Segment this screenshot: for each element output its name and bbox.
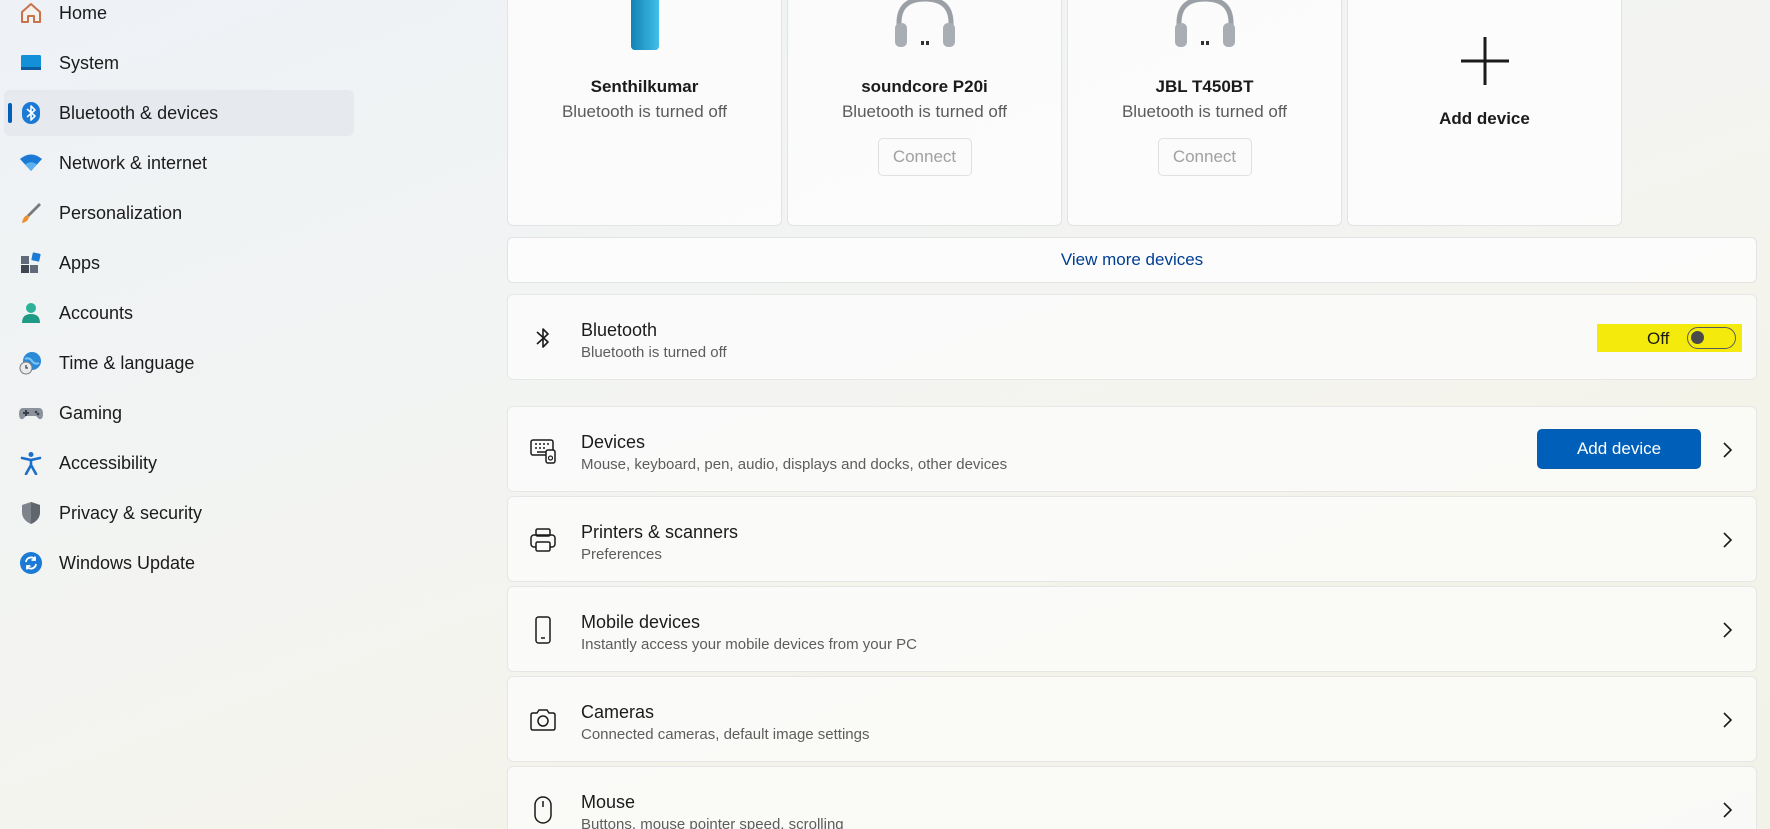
sidebar-item-home[interactable]: Home: [4, 0, 354, 36]
row-subtitle: Buttons, mouse pointer speed, scrolling: [581, 816, 844, 829]
selection-indicator: [8, 103, 12, 123]
sidebar-item-accounts[interactable]: Accounts: [4, 290, 354, 336]
update-icon: [18, 550, 44, 576]
headphones-icon: [1068, 0, 1341, 55]
chevron-right-icon: [1723, 802, 1733, 818]
device-status: Bluetooth is turned off: [841, 102, 1008, 121]
home-icon: [18, 0, 44, 26]
row-subtitle: Bluetooth is turned off: [581, 344, 727, 361]
bluetooth-toggle-highlight: Off: [1597, 324, 1742, 352]
row-title: Mobile devices: [581, 612, 701, 632]
sidebar-item-system[interactable]: System: [4, 40, 354, 86]
bluetooth-toggle[interactable]: [1687, 327, 1736, 349]
connect-button[interactable]: Connect: [877, 138, 972, 176]
device-card[interactable]: Senthilkumar Bluetooth is turned off: [507, 0, 782, 226]
device-name: JBL T450BT: [1155, 77, 1254, 96]
sidebar-item-label: Accessibility: [59, 452, 158, 473]
chevron-right-icon: [1723, 712, 1733, 728]
printers-scanners-row[interactable]: Printers & scanners Preferences: [507, 496, 1757, 582]
mobile-icon: [528, 615, 558, 645]
add-device-card[interactable]: Add device: [1347, 0, 1622, 226]
gamepad-icon: [18, 400, 44, 426]
cameras-row[interactable]: Cameras Connected cameras, default image…: [507, 676, 1757, 762]
chevron-right-icon: [1723, 532, 1733, 548]
person-icon: [18, 300, 44, 326]
row-title: Printers & scanners: [581, 522, 739, 542]
sidebar-item-apps[interactable]: Apps: [4, 240, 354, 286]
sidebar-item-time-language[interactable]: Time & language: [4, 340, 354, 386]
sidebar-item-label: Gaming: [59, 402, 123, 423]
sidebar-item-label: Personalization: [59, 202, 183, 223]
sidebar-item-label: Accounts: [59, 302, 134, 323]
device-card[interactable]: JBL T450BT Bluetooth is turned off Conne…: [1067, 0, 1342, 226]
plus-icon: [1348, 35, 1621, 87]
wifi-icon: [18, 150, 44, 176]
row-title: Cameras: [581, 702, 655, 722]
sidebar-item-label: Privacy & security: [59, 502, 203, 523]
sidebar-item-label: Time & language: [59, 352, 195, 373]
mouse-row[interactable]: Mouse Buttons, mouse pointer speed, scro…: [507, 766, 1757, 829]
row-subtitle: Instantly access your mobile devices fro…: [581, 636, 917, 653]
device-name: soundcore P20i: [861, 77, 988, 96]
keyboard-devices-icon: [528, 435, 558, 465]
row-title: Devices: [581, 432, 646, 452]
printer-icon: [528, 525, 558, 555]
camera-icon: [528, 705, 558, 735]
sidebar-item-label: Network & internet: [59, 152, 208, 173]
sidebar-item-label: System: [59, 52, 120, 73]
bluetooth-row: Bluetooth Bluetooth is turned off Off: [507, 294, 1757, 380]
row-subtitle: Mouse, keyboard, pen, audio, displays an…: [581, 456, 1008, 473]
view-more-devices-link[interactable]: View more devices: [507, 237, 1757, 283]
row-title: Mouse: [581, 792, 636, 812]
add-device-button[interactable]: Add device: [1537, 429, 1701, 469]
bluetooth-icon: [18, 100, 44, 126]
accessibility-icon: [18, 450, 44, 476]
sidebar-item-accessibility[interactable]: Accessibility: [4, 440, 354, 486]
sidebar-item-label: Bluetooth & devices: [59, 102, 219, 123]
mouse-icon: [528, 795, 558, 825]
sidebar-item-label: Windows Update: [59, 552, 196, 573]
bluetooth-icon: [528, 323, 558, 353]
sidebar-item-bluetooth-devices[interactable]: Bluetooth & devices: [4, 90, 354, 136]
toggle-state-label: Off: [1647, 329, 1670, 348]
device-name: Senthilkumar: [590, 77, 699, 96]
globe-clock-icon: [18, 350, 44, 376]
settings-sidebar: Home System Bluetooth & devices Network …: [0, 0, 360, 829]
row-title: Bluetooth: [581, 320, 658, 340]
sidebar-item-privacy-security[interactable]: Privacy & security: [4, 490, 354, 536]
apps-icon: [18, 250, 44, 276]
device-card[interactable]: soundcore P20i Bluetooth is turned off C…: [787, 0, 1062, 226]
toggle-knob: [1691, 331, 1704, 344]
sidebar-item-label: Home: [59, 2, 108, 23]
chevron-right-icon: [1723, 622, 1733, 638]
sidebar-item-windows-update[interactable]: Windows Update: [4, 540, 354, 586]
sidebar-item-personalization[interactable]: Personalization: [4, 190, 354, 236]
row-subtitle: Preferences: [581, 546, 662, 563]
device-status: Bluetooth is turned off: [561, 102, 728, 121]
sidebar-item-gaming[interactable]: Gaming: [4, 390, 354, 436]
brush-icon: [18, 200, 44, 226]
add-device-label: Add device: [1439, 109, 1530, 128]
system-icon: [18, 50, 44, 76]
sidebar-item-network-internet[interactable]: Network & internet: [4, 140, 354, 186]
sidebar-item-label: Apps: [59, 252, 101, 273]
chevron-right-icon: [1723, 442, 1733, 458]
shield-icon: [18, 500, 44, 526]
connect-button[interactable]: Connect: [1157, 138, 1252, 176]
device-status: Bluetooth is turned off: [1121, 102, 1288, 121]
devices-row[interactable]: Devices Mouse, keyboard, pen, audio, dis…: [507, 406, 1757, 492]
phone-icon: [508, 0, 781, 55]
headphones-icon: [788, 0, 1061, 55]
row-subtitle: Connected cameras, default image setting…: [581, 726, 870, 743]
mobile-devices-row[interactable]: Mobile devices Instantly access your mob…: [507, 586, 1757, 672]
